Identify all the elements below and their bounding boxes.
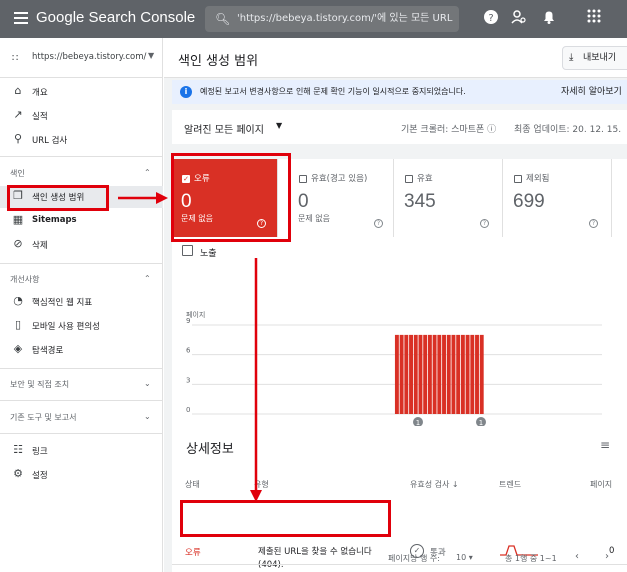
annotation-arrows	[118, 192, 262, 502]
